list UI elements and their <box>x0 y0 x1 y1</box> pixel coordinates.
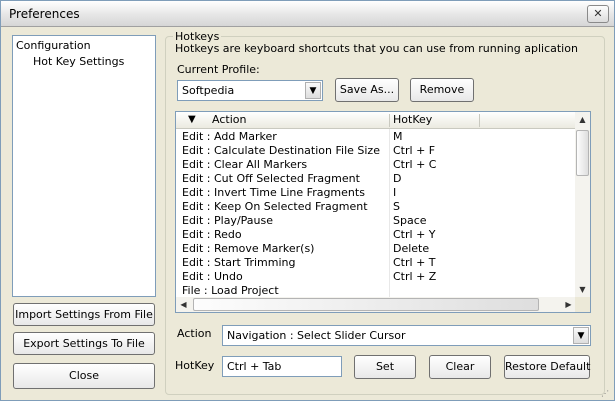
action-cell: Edit : Add Marker <box>182 130 277 143</box>
action-label: Action <box>177 327 212 340</box>
save-as-button[interactable]: Save As... <box>335 78 399 102</box>
resize-grip-icon[interactable]: ⋰ <box>601 389 609 398</box>
hotkey-cell: Space <box>393 214 427 227</box>
hotkey-cell: Delete <box>393 242 430 255</box>
export-settings-label: Export Settings To File <box>23 337 145 350</box>
column-header-hotkey[interactable]: HotKey <box>393 112 432 129</box>
hotkey-cell: I <box>393 186 397 199</box>
hotkey-cell: M <box>393 130 403 143</box>
close-button[interactable]: Close <box>13 363 155 389</box>
table-header: ▼ Action HotKey <box>176 112 576 129</box>
set-label: Set <box>375 360 395 373</box>
tree-item-label: Configuration <box>16 39 91 52</box>
column-header-action[interactable]: Action <box>212 112 246 129</box>
hotkey-cell: S <box>393 200 400 213</box>
tree-item-configuration[interactable]: Configuration <box>16 39 91 52</box>
import-settings-label: Import Settings From File <box>15 308 153 321</box>
horizontal-scrollbar[interactable]: ◀ ▶ <box>176 297 576 312</box>
action-cell: Edit : Undo <box>182 270 243 283</box>
action-cell: Edit : Cut Off Selected Fragment <box>182 172 360 185</box>
restore-default-button[interactable]: Restore Default <box>504 355 590 379</box>
table-row[interactable]: Edit : Redo Ctrl + Y <box>176 228 576 242</box>
action-cell: Edit : Keep On Selected Fragment <box>182 200 368 213</box>
action-cell: File : Load Project <box>182 284 279 297</box>
hotkey-cell: Ctrl + F <box>393 144 436 157</box>
scroll-down-icon[interactable]: ▼ <box>575 282 590 297</box>
table-row[interactable]: Edit : Add Marker M <box>176 130 576 144</box>
table-row[interactable]: Edit : Undo Ctrl + Z <box>176 270 576 284</box>
action-cell: Edit : Play/Pause <box>182 214 273 227</box>
hotkey-table[interactable]: ▼ Action HotKey Edit : Add Marker M Edit… <box>175 111 591 313</box>
profile-value: Softpedia <box>182 84 235 97</box>
action-cell: Edit : Calculate Destination File Size <box>182 144 380 157</box>
table-row[interactable]: Edit : Invert Time Line Fragments I <box>176 186 576 200</box>
action-cell: Edit : Start Trimming <box>182 256 296 269</box>
action-cell: Edit : Remove Marker(s) <box>182 242 315 255</box>
hotkeys-description: Hotkeys are keyboard shortcuts that you … <box>175 42 578 55</box>
remove-label: Remove <box>419 83 465 96</box>
table-row[interactable]: Edit : Calculate Destination File Size C… <box>176 144 576 158</box>
action-cell: Edit : Redo <box>182 228 242 241</box>
close-icon: ✕ <box>593 7 603 20</box>
table-row[interactable]: Edit : Play/Pause Space <box>176 214 576 228</box>
hotkey-cell: Ctrl + T <box>393 256 436 269</box>
table-row[interactable]: Edit : Remove Marker(s) Delete <box>176 242 576 256</box>
table-row[interactable]: Edit : Keep On Selected Fragment S <box>176 200 576 214</box>
close-window-button[interactable]: ✕ <box>587 5 609 23</box>
hotkey-cell: Ctrl + Z <box>393 270 437 283</box>
column-divider[interactable] <box>479 114 480 127</box>
action-value: Navigation : Select Slider Cursor <box>227 329 406 342</box>
save-as-label: Save As... <box>339 83 395 96</box>
sort-arrow-icon[interactable]: ▼ <box>188 112 196 129</box>
set-button[interactable]: Set <box>354 355 416 379</box>
export-settings-button[interactable]: Export Settings To File <box>13 332 155 355</box>
tree-item-hot-key-settings[interactable]: Hot Key Settings <box>33 55 124 68</box>
action-dropdown[interactable]: Navigation : Select Slider Cursor ▼ <box>222 325 591 346</box>
current-profile-label: Current Profile: <box>177 63 260 76</box>
hotkey-input[interactable] <box>222 356 342 377</box>
hotkey-cell: Ctrl + C <box>393 158 437 171</box>
table-row[interactable]: Edit : Start Trimming Ctrl + T <box>176 256 576 270</box>
scroll-right-icon[interactable]: ▶ <box>561 297 576 312</box>
vertical-scroll-thumb[interactable] <box>576 130 589 176</box>
action-cell: Edit : Clear All Markers <box>182 158 308 171</box>
table-row[interactable]: Edit : Cut Off Selected Fragment D <box>176 172 576 186</box>
hotkey-label: HotKey <box>175 359 215 372</box>
tree-item-label: Hot Key Settings <box>33 55 125 68</box>
action-cell: Edit : Invert Time Line Fragments <box>182 186 365 199</box>
title-bar[interactable]: Preferences ✕ <box>1 1 614 27</box>
chevron-down-icon[interactable]: ▼ <box>305 82 321 99</box>
column-divider[interactable] <box>389 114 390 127</box>
horizontal-scroll-thumb[interactable] <box>193 298 539 311</box>
scroll-left-icon[interactable]: ◀ <box>176 297 191 312</box>
scroll-up-icon[interactable]: ▲ <box>575 112 590 127</box>
scrollbar-corner <box>575 297 590 312</box>
import-settings-button[interactable]: Import Settings From File <box>13 303 155 326</box>
table-row[interactable]: Edit : Clear All Markers Ctrl + C <box>176 158 576 172</box>
restore-default-label: Restore Default <box>505 360 591 373</box>
close-label: Close <box>69 369 99 382</box>
profile-dropdown[interactable]: Softpedia ▼ <box>177 80 323 101</box>
chevron-down-icon[interactable]: ▼ <box>573 327 589 344</box>
hotkey-cell: D <box>393 172 402 185</box>
clear-button[interactable]: Clear <box>429 355 491 379</box>
table-row[interactable]: File : Load Project <box>176 284 576 298</box>
hotkey-cell: Ctrl + Y <box>393 228 436 241</box>
vertical-scrollbar[interactable]: ▲ ▼ <box>575 112 590 297</box>
settings-tree[interactable]: Configuration Hot Key Settings <box>12 35 156 297</box>
preferences-window: Preferences ✕ Configuration Hot Key Sett… <box>0 0 615 401</box>
clear-label: Clear <box>445 360 475 373</box>
table-body: Edit : Add Marker M Edit : Calculate Des… <box>176 130 576 298</box>
remove-button[interactable]: Remove <box>410 78 474 102</box>
window-title: Preferences <box>9 7 80 21</box>
